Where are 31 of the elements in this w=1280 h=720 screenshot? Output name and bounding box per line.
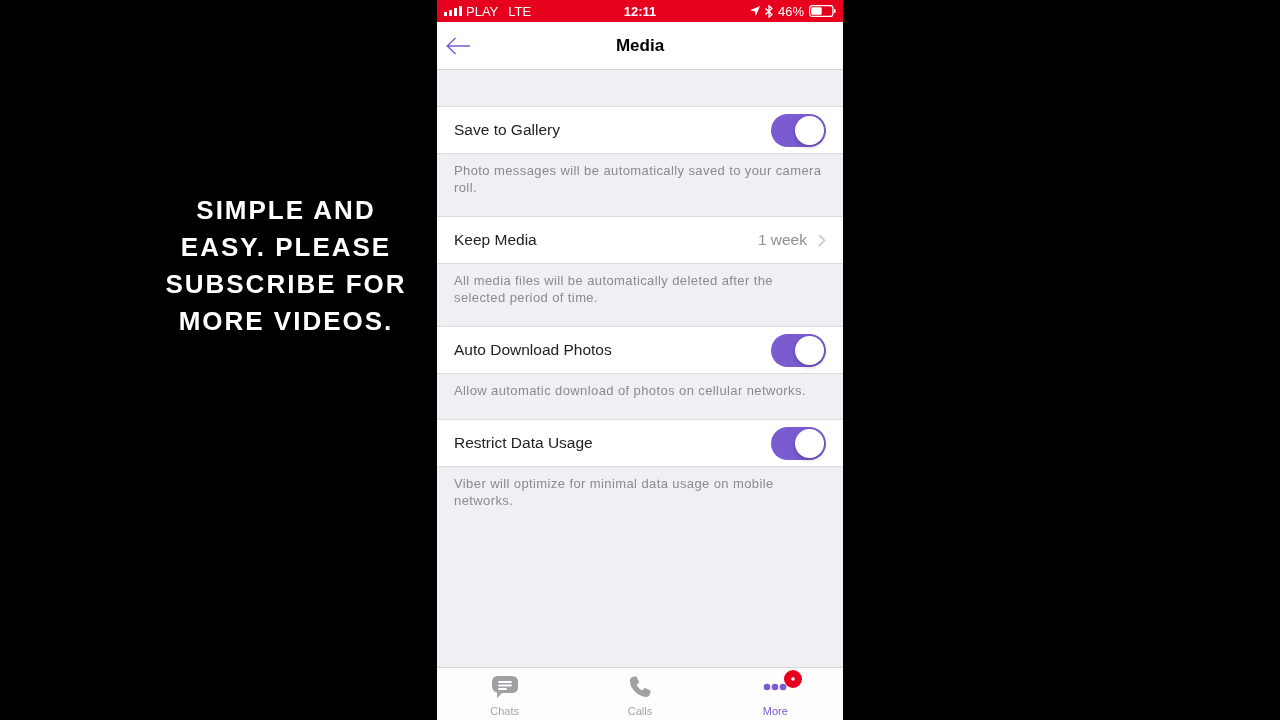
status-time: 12:11 (623, 3, 657, 19)
bluetooth-icon (764, 4, 773, 18)
back-arrow-icon (446, 36, 470, 55)
setting-label: Save to Gallery (454, 121, 560, 139)
toggle-switch[interactable] (771, 113, 826, 147)
back-button[interactable] (446, 36, 470, 55)
video-caption: SIMPLE AND EASY. PLEASE SUBSCRIBE FOR MORE VIDEOS. (164, 194, 408, 338)
chevron-right-icon (818, 233, 826, 247)
location-arrow-icon (749, 6, 760, 16)
tab-item[interactable]: Chats (437, 668, 573, 720)
more-dots-icon (763, 683, 788, 691)
phone-handset-icon (628, 675, 652, 699)
toggle-switch[interactable] (771, 426, 826, 460)
setting-value: 1 week (757, 231, 807, 249)
setting-description: Photo messages will be automatically saved to your camera roll. (453, 162, 823, 197)
setting-description: Allow automatic download of photos on cellular networks. (453, 382, 807, 400)
network-type: LTE (508, 3, 532, 19)
setting-label: Auto Download Photos (454, 341, 612, 359)
tab-item[interactable]: More (707, 668, 843, 720)
setting-description: All media files will be automatically deleted after the selected period of time. (453, 272, 774, 307)
settings-row[interactable]: Keep Media 1 week (437, 216, 843, 264)
battery-icon (809, 5, 836, 17)
signal-icon (444, 6, 462, 16)
toggle-switch[interactable] (771, 333, 826, 367)
nav-title: Media (615, 35, 665, 56)
setting-label: Restrict Data Usage (454, 434, 593, 452)
setting-description: Viber will optimize for minimal data usage on mobile networks. (453, 475, 775, 510)
carrier-name: PLAY (466, 3, 499, 19)
setting-label: Keep Media (454, 231, 537, 249)
battery-percent: 46% (777, 3, 804, 19)
chat-bubble-icon (490, 675, 519, 699)
